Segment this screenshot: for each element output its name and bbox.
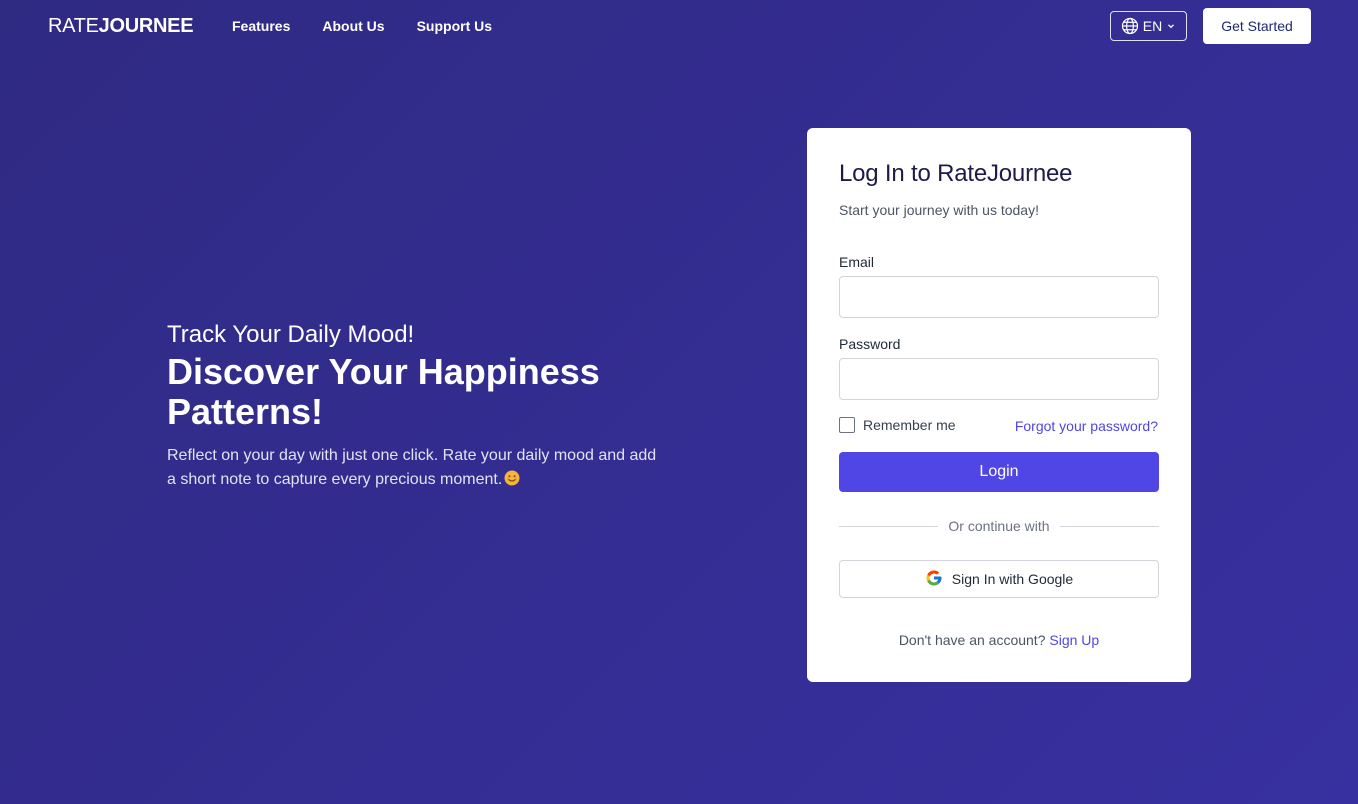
hero-title: Discover Your Happiness Patterns! [167, 351, 600, 432]
hero-section: Track Your Daily Mood! Discover Your Hap… [167, 320, 667, 492]
password-field[interactable] [839, 358, 1159, 400]
logo[interactable]: RATEJOURNEE [48, 15, 194, 38]
forgot-password-link[interactable]: Forgot your password? [1015, 418, 1158, 434]
password-label: Password [839, 336, 901, 352]
nav-link-about-us[interactable]: About Us [322, 18, 384, 34]
hero-description-text: Reflect on your day with just one click.… [167, 447, 657, 488]
remember-me-checkbox[interactable] [839, 417, 855, 433]
logo-text-light: RATE [48, 15, 99, 37]
divider-text: Or continue with [948, 518, 1050, 534]
globe-icon [1121, 17, 1139, 35]
google-sign-in-button[interactable]: Sign In with Google [839, 560, 1159, 598]
language-code: EN [1142, 18, 1163, 34]
top-navigation-bar: RATEJOURNEE Features About Us Support Us… [0, 0, 1358, 54]
logo-text-bold: JOURNEE [98, 15, 194, 37]
main-nav: Features About Us Support Us [232, 18, 492, 34]
remember-me-option[interactable]: Remember me [839, 417, 956, 433]
smiley-face-icon [504, 470, 520, 486]
nav-link-support-us[interactable]: Support Us [417, 18, 492, 34]
email-field[interactable] [839, 276, 1159, 318]
get-started-button[interactable]: Get Started [1203, 8, 1311, 44]
remember-me-label: Remember me [863, 417, 956, 433]
google-icon [925, 569, 943, 590]
divider-line-left [839, 525, 939, 527]
google-sign-in-label: Sign In with Google [951, 571, 1074, 587]
divider-line-right [1059, 525, 1160, 527]
no-account-text: Don't have an account? [898, 632, 1046, 648]
signup-prompt: Don't have an account? Sign Up [807, 632, 1191, 648]
login-card: Log In to RateJournee Start your journey… [807, 128, 1191, 682]
login-button[interactable]: Login [839, 452, 1159, 492]
login-subtitle: Start your journey with us today! [839, 202, 1039, 218]
login-title: Log In to RateJournee [839, 160, 1073, 187]
divider: Or continue with [839, 516, 1160, 536]
email-label: Email [839, 254, 875, 270]
sign-up-link[interactable]: Sign Up [1049, 632, 1099, 648]
language-selector[interactable]: EN [1110, 11, 1187, 41]
nav-link-features[interactable]: Features [232, 18, 290, 34]
hero-subtitle: Track Your Daily Mood! [167, 321, 415, 348]
chevron-down-icon [1166, 21, 1176, 31]
hero-description: Reflect on your day with just one click.… [167, 444, 662, 492]
